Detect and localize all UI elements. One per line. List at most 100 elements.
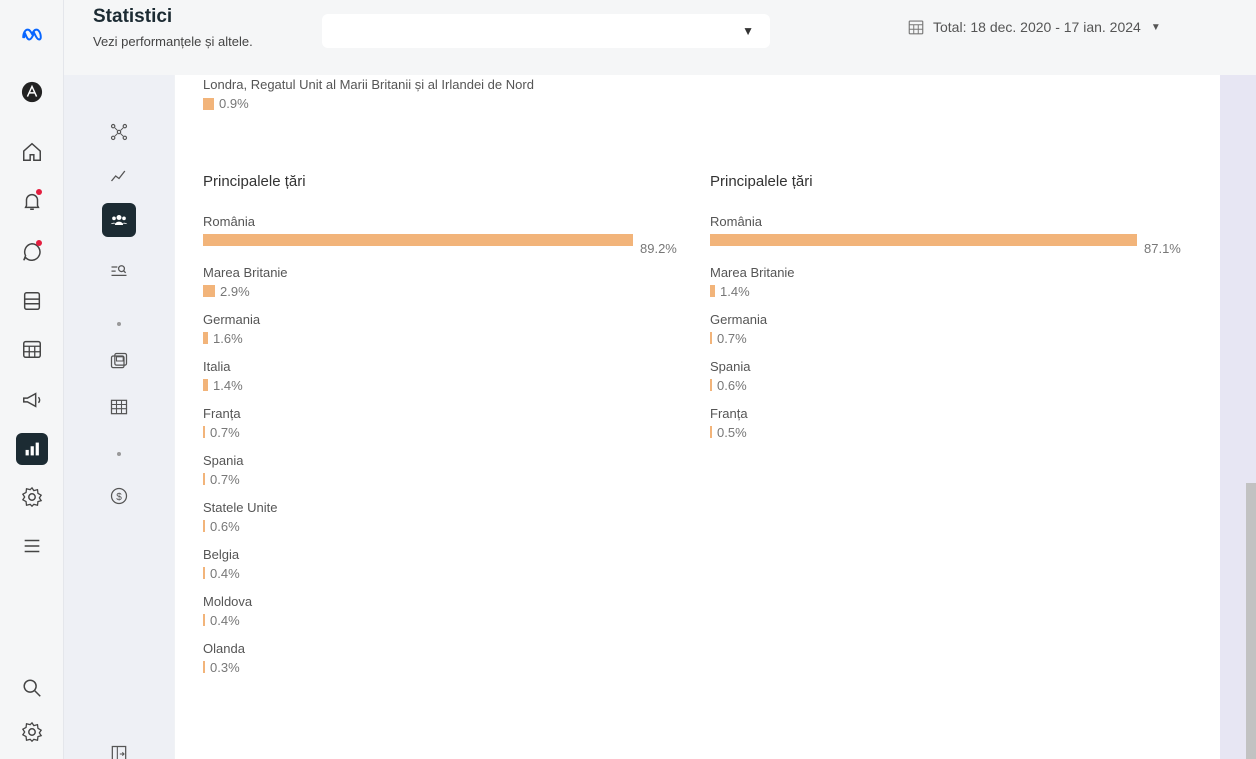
country-bar-row: 0.4% [203,611,693,629]
country-bar [710,234,1137,246]
global-nav-rail [0,0,64,759]
posts-icon[interactable] [102,344,136,378]
notifications-icon[interactable] [16,185,48,217]
menu-icon[interactable] [16,530,48,562]
separator-dot [117,452,121,456]
section-title: Principalele țări [710,173,813,190]
country-name: Statele Unite [203,500,278,515]
country-name: Marea Britanie [710,265,795,280]
country-bar [710,332,712,344]
home-icon[interactable] [16,136,48,168]
country-percent: 0.3% [210,659,240,675]
country-item: Italia 1.4% [203,358,693,394]
account-avatar-icon[interactable] [16,76,48,108]
city-percent: 0.9% [219,96,249,111]
country-item: Spania 0.7% [203,452,693,488]
country-bar-row: 87.1% [710,231,1200,256]
country-percent: 0.5% [717,424,747,440]
separator-dot [117,322,121,326]
country-item: Spania 0.6% [710,358,1200,394]
settings-icon[interactable] [16,481,48,513]
chevron-down-icon: ▼ [1150,21,1161,33]
ads-icon[interactable] [16,384,48,416]
country-item: Statele Unite 0.6% [203,499,693,535]
svg-text:$: $ [116,492,122,503]
date-range-picker[interactable]: Total: 18 dec. 2020 - 17 ian. 2024 ▼ [907,18,1161,36]
country-bar-row: 2.9% [203,282,693,300]
country-item: România 87.1% [710,213,1200,256]
country-bar-row: 0.6% [203,517,693,535]
country-percent: 1.4% [213,377,243,393]
country-bar [203,285,215,297]
country-bar-row: 1.4% [203,376,693,394]
country-bar [710,379,712,391]
section-title: Principalele țări [203,173,306,190]
country-percent: 0.7% [717,330,747,346]
planner-icon[interactable] [16,333,48,365]
country-item: Franța 0.5% [710,405,1200,441]
page-title: Statistici [93,6,173,27]
country-name: Olanda [203,641,245,656]
country-item: Franța 0.7% [203,405,693,441]
page-subtitle: Vezi performanțele și altele. [93,34,253,49]
top-countries-left: Principalele țări România 89.2% Marea Brit… [203,173,693,687]
country-bar [203,614,205,626]
meta-logo-icon[interactable] [16,18,48,50]
country-bar-row: 89.2% [203,231,693,256]
insights-subnav: $ [64,75,174,759]
country-bar [203,661,205,673]
country-bar [710,285,715,297]
content-search-icon[interactable] [102,255,136,289]
city-percent-row: 0.9% [203,96,534,111]
country-percent: 0.7% [210,424,240,440]
country-bar-row: 0.7% [203,470,693,488]
account-selector[interactable]: ▼ [322,14,770,48]
messages-badge [36,240,42,246]
country-item: Germania 1.6% [203,311,693,347]
monetization-icon[interactable]: $ [102,479,136,513]
export-icon[interactable] [102,737,136,759]
messages-icon[interactable] [16,236,48,268]
content-icon[interactable] [16,285,48,317]
country-bar-row: 1.4% [710,282,1200,300]
country-name: Marea Britanie [203,265,288,280]
country-item: Marea Britanie 2.9% [203,264,693,300]
country-name: Franța [203,406,241,421]
scrollbar-thumb[interactable] [1246,483,1256,759]
city-name: Londra, Regatul Unit al Marii Britanii ș… [203,77,534,92]
country-item: Marea Britanie 1.4% [710,264,1200,300]
audience-panel: Londra, Regatul Unit al Marii Britanii ș… [175,75,1220,759]
country-item: Olanda 0.3% [203,640,693,676]
country-bar-row: 0.7% [710,329,1200,347]
country-bar [203,567,205,579]
country-name: Moldova [203,594,253,609]
country-percent: 2.9% [220,283,250,299]
country-bar-row: 0.3% [203,658,693,676]
insights-icon[interactable] [16,433,48,465]
country-bar-row: 0.7% [203,423,693,441]
country-percent: 0.4% [210,612,240,628]
country-name: Spania [710,359,751,374]
audience-icon[interactable] [102,203,136,237]
country-percent: 87.1% [1144,241,1181,256]
country-list: România 87.1% Marea Britanie 1.4% Germania 0.… [710,213,1200,441]
country-bar [203,332,208,344]
country-bar-row: 1.6% [203,329,693,347]
country-bar-row: 0.6% [710,376,1200,394]
country-name: Belgia [203,547,240,562]
top-countries-right: Principalele țări România 87.1% Marea Brit… [710,173,1200,452]
table-icon[interactable] [102,390,136,424]
search-icon[interactable] [16,672,48,704]
country-percent: 0.6% [210,518,240,534]
country-percent: 0.6% [717,377,747,393]
overview-icon[interactable] [102,115,136,149]
help-settings-icon[interactable] [16,716,48,748]
trends-icon[interactable] [102,159,136,193]
notification-badge [36,189,42,195]
country-item: Moldova 0.4% [203,593,693,629]
country-bar [203,234,633,246]
country-name: Spania [203,453,244,468]
country-percent: 0.4% [210,565,240,581]
country-list: România 89.2% Marea Britanie 2.9% Germania 1.… [203,213,693,676]
country-item: Germania 0.7% [710,311,1200,347]
